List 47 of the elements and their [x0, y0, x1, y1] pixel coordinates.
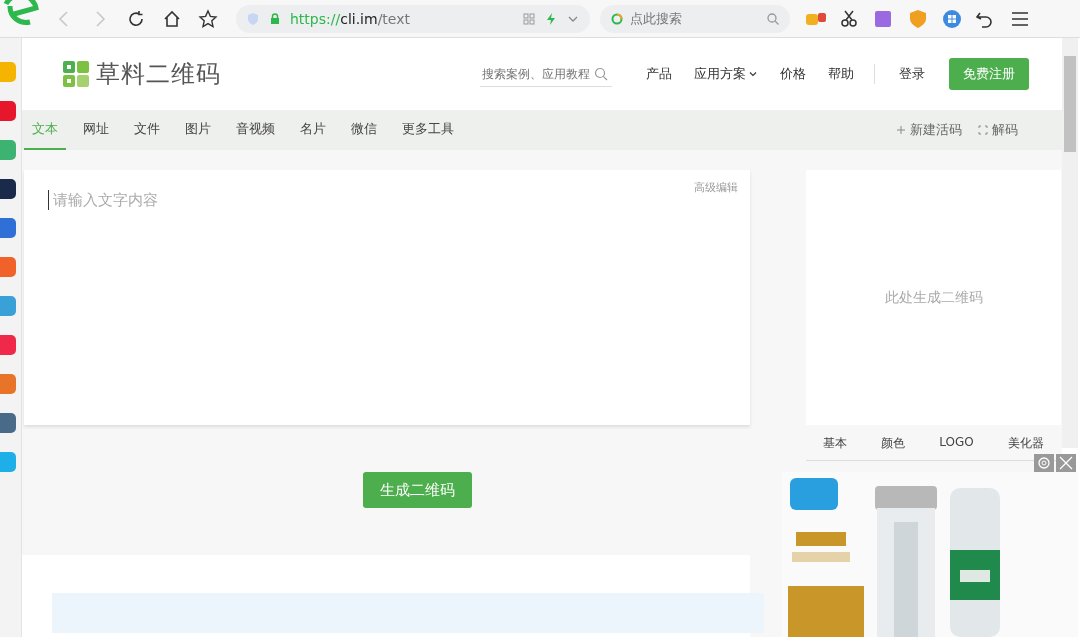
tab[interactable]: 网址	[75, 110, 117, 150]
browser-search-field[interactable]: 点此搜索	[600, 4, 790, 33]
tab[interactable]: 音视频	[228, 110, 283, 150]
close-icon[interactable]	[1056, 454, 1076, 472]
nav-link[interactable]: 帮助	[828, 65, 854, 83]
nav-link[interactable]: 价格	[780, 65, 806, 83]
search-engine-icon	[610, 11, 624, 26]
style-tab[interactable]: LOGO	[939, 435, 974, 452]
tab[interactable]: 更多工具	[394, 110, 462, 150]
nav-link[interactable]: 产品	[646, 65, 672, 83]
style-tab[interactable]: 美化器	[1007, 435, 1044, 452]
app-icon[interactable]	[0, 179, 16, 199]
lock-icon	[268, 11, 282, 26]
search-icon[interactable]	[766, 11, 780, 26]
settings-icon[interactable]	[1034, 454, 1054, 472]
preview-placeholder: 此处生成二维码	[884, 288, 983, 307]
tab[interactable]: 名片	[292, 110, 334, 150]
site-search-field[interactable]: 搜索案例、应用教程	[480, 61, 612, 87]
qr-code-icon[interactable]	[522, 11, 536, 26]
decode-link[interactable]: 解码	[978, 110, 1018, 150]
tab[interactable]: 图片	[177, 110, 219, 150]
new-live-code-link[interactable]: 新建活码	[896, 110, 962, 150]
caret-icon	[748, 69, 758, 79]
tab[interactable]: 文件	[126, 110, 168, 150]
logo-text[interactable]: 草料二维码	[96, 58, 221, 90]
lightning-icon[interactable]	[544, 11, 558, 26]
style-tab[interactable]: 颜色	[881, 435, 906, 452]
scrollbar-thumb[interactable]	[1064, 56, 1076, 152]
scrollbar[interactable]	[1062, 38, 1078, 448]
nav-link[interactable]: 应用方案	[694, 65, 758, 83]
shield-icon	[246, 11, 260, 26]
logo-icon	[62, 60, 90, 88]
apps-icon[interactable]	[940, 8, 964, 29]
search-field[interactable]: 点此搜索	[628, 10, 762, 27]
scan-icon	[978, 125, 988, 135]
reload-icon[interactable]	[126, 8, 146, 29]
address-bar[interactable]: https://cli.im/text	[236, 4, 590, 33]
plus-icon	[896, 125, 906, 135]
style-tab[interactable]: 基本	[823, 435, 848, 452]
star-icon[interactable]	[198, 8, 218, 29]
tab[interactable]: 微信	[343, 110, 385, 150]
app-icon[interactable]	[0, 413, 16, 433]
login-link[interactable]: 登录	[899, 65, 925, 83]
search-icon[interactable]	[594, 66, 608, 81]
placeholder-text: 请输入文字内容	[53, 190, 158, 210]
url-text: https://cli.im/text	[290, 10, 410, 27]
home-icon[interactable]	[162, 8, 182, 29]
